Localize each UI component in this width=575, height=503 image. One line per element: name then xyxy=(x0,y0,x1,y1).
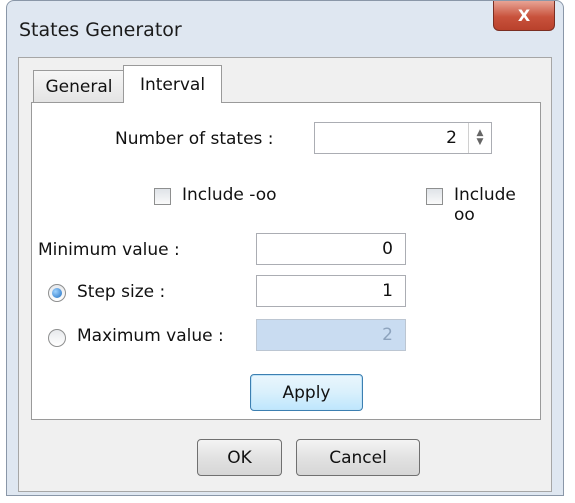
step-size-text: 1 xyxy=(382,281,393,301)
close-icon: X xyxy=(517,6,531,25)
apply-button-label: Apply xyxy=(282,382,331,403)
tab-interval[interactable]: Interval xyxy=(123,65,222,103)
cancel-button[interactable]: Cancel xyxy=(296,439,420,476)
step-size-label: Step size : xyxy=(77,282,166,302)
tab-general[interactable]: General xyxy=(33,70,125,102)
minimum-value-text: 0 xyxy=(382,239,393,259)
number-of-states-value: 2 xyxy=(446,128,457,148)
number-of-states-spinner[interactable]: 2 ▲ ▼ xyxy=(314,122,492,154)
ok-button[interactable]: OK xyxy=(197,439,282,476)
apply-button[interactable]: Apply xyxy=(250,374,363,411)
dialog-client-area: General Interval Number of states : 2 ▲ ▼… xyxy=(18,57,552,492)
maximum-value-label: Maximum value : xyxy=(77,326,224,346)
include-neg-inf-checkbox[interactable] xyxy=(154,188,171,205)
number-of-states-label: Number of states : xyxy=(115,129,274,149)
include-pos-inf-label: Include oo xyxy=(454,185,516,225)
minimum-value-label: Minimum value : xyxy=(38,240,180,260)
interval-panel: Number of states : 2 ▲ ▼ Include -oo Incl… xyxy=(31,102,541,420)
step-size-radio[interactable] xyxy=(48,284,66,302)
tab-interval-label: Interval xyxy=(139,74,206,95)
spinner-arrows-icon[interactable]: ▲ ▼ xyxy=(468,123,491,153)
states-generator-dialog: States Generator X General Interval Numb… xyxy=(6,0,564,496)
minimum-value-input[interactable]: 0 xyxy=(256,233,406,265)
ok-button-label: OK xyxy=(227,447,252,468)
include-neg-inf-label: Include -oo xyxy=(182,185,277,205)
cancel-button-label: Cancel xyxy=(329,447,387,468)
tab-general-label: General xyxy=(45,76,113,97)
step-size-input[interactable]: 1 xyxy=(256,275,406,307)
include-pos-inf-checkbox[interactable] xyxy=(426,188,443,205)
maximum-value-text: 2 xyxy=(382,325,393,345)
maximum-value-radio[interactable] xyxy=(48,329,66,347)
dialog-title: States Generator xyxy=(19,19,182,41)
close-button[interactable]: X xyxy=(493,1,555,31)
maximum-value-input: 2 xyxy=(256,319,406,351)
